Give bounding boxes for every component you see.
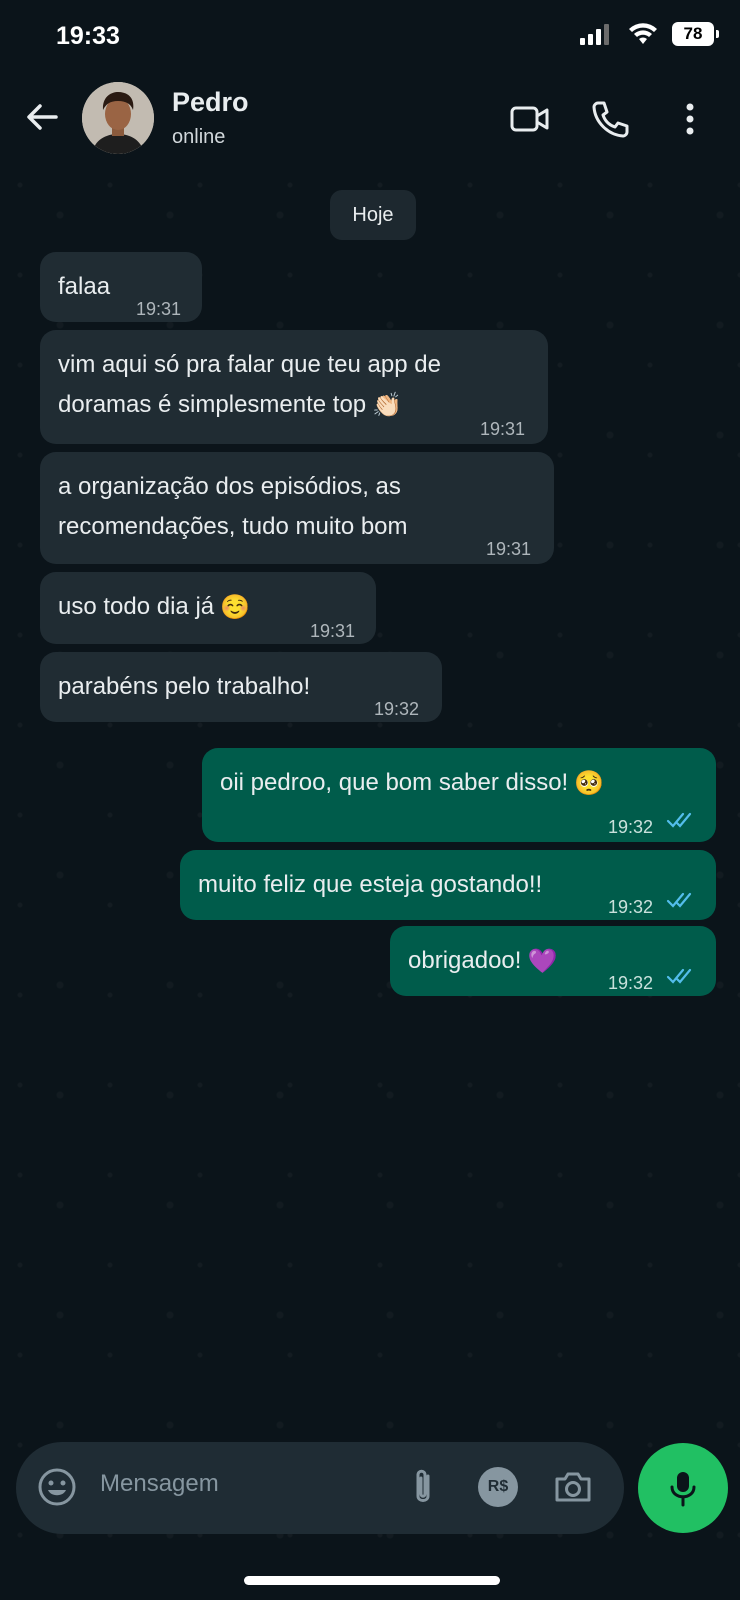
message-incoming[interactable]: vim aqui só pra falar que teu app de dor… [40,330,548,444]
message-time: 19:31 [136,299,182,319]
message-text-row: uso todo dia já ☺️ [58,588,250,627]
message-input[interactable]: Mensagem [100,1470,219,1498]
message-text: a organização dos episódios, as [58,473,401,500]
contact-status: online [172,126,226,148]
paperclip-icon[interactable] [402,1466,444,1508]
message-composer: Mensagem R$ [16,1442,624,1534]
status-bar: 19:33 78 [0,0,740,75]
chat-header: Pedro online [0,75,740,165]
message-text: oii pedroo, que bom saber disso! [220,769,569,796]
avatar[interactable] [82,82,154,154]
message-text: obrigadoo! [408,947,522,974]
signal-icon [580,24,609,45]
message-time: 19:32 [374,699,420,719]
message-text: falaa [58,273,111,300]
message-text-row: oii pedroo, que bom saber disso! 🥺 [220,764,604,803]
message-outgoing[interactable]: obrigadoo! 💜 19:32 [390,926,716,996]
camera-icon[interactable] [552,1466,594,1508]
clapping-hands-emoji: 👏🏻 [372,391,403,419]
message-text-row: obrigadoo! 💜 [408,942,557,981]
phone-icon[interactable] [588,97,632,141]
message-outgoing[interactable]: oii pedroo, que bom saber disso! 🥺 19:32 [202,748,716,842]
message-text-line2: doramas é simplesmente top 👏🏻 [58,386,402,425]
message-outgoing[interactable]: muito feliz que esteja gostando!! 19:32 [180,850,716,920]
arrow-left-icon[interactable] [22,97,62,137]
emoji-icon[interactable] [36,1466,78,1508]
status-icons: 78 [580,22,719,46]
message-incoming[interactable]: falaa 19:31 [40,252,202,322]
message-text: recomendações, tudo muito bom [58,513,408,540]
contact-name[interactable]: Pedro [172,87,249,118]
home-indicator[interactable] [244,1576,500,1585]
payment-brl-icon[interactable]: R$ [478,1467,518,1507]
message-time: 19:32 [608,897,654,917]
wifi-icon [629,23,657,44]
message-text: muito feliz que esteja gostando!! [198,871,543,898]
read-receipt-icon [666,812,692,828]
message-text: vim aqui só pra falar que teu app de [58,351,441,378]
pleading-face-emoji: 🥺 [574,769,605,797]
microphone-icon [670,1472,696,1507]
message-time: 19:32 [608,817,654,837]
message-incoming[interactable]: parabéns pelo trabalho! 19:32 [40,652,442,722]
message-time: 19:31 [486,539,532,559]
more-vertical-icon[interactable] [668,97,712,141]
date-chip: Hoje [330,190,416,240]
purple-heart-emoji: 💜 [527,947,558,975]
microphone-button[interactable] [638,1443,728,1533]
message-time: 19:31 [310,621,356,641]
smiling-face-emoji: ☺️ [220,593,251,621]
message-text: parabéns pelo trabalho! [58,673,311,700]
status-time: 19:33 [56,22,120,50]
message-text: doramas é simplesmente top [58,391,367,418]
message-text: uso todo dia já [58,593,215,620]
battery-indicator: 78 [672,22,719,46]
read-receipt-icon [666,968,692,984]
video-call-icon[interactable] [508,97,552,141]
message-incoming[interactable]: a organização dos episódios, as recomend… [40,452,554,564]
read-receipt-icon [666,892,692,908]
message-time: 19:31 [480,419,526,439]
avatar-photo [82,82,154,154]
message-time: 19:32 [608,973,654,993]
message-incoming[interactable]: uso todo dia já ☺️ 19:31 [40,572,376,644]
